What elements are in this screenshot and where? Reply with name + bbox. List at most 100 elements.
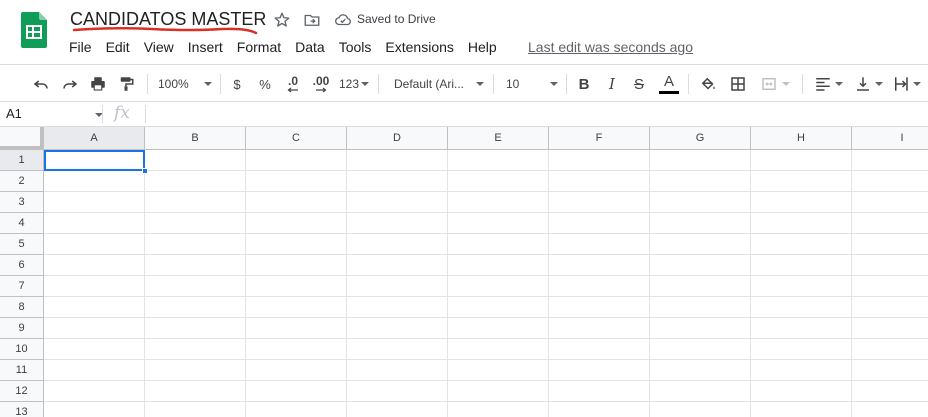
decrease-decimal-button[interactable]: .0 [282, 73, 304, 95]
cell-b9[interactable] [145, 318, 246, 339]
cell-i1[interactable] [852, 150, 928, 171]
column-header-g[interactable]: G [650, 127, 751, 150]
cell-g7[interactable] [650, 276, 751, 297]
cell-e3[interactable] [448, 192, 549, 213]
cell-e8[interactable] [448, 297, 549, 318]
cell-d8[interactable] [347, 297, 448, 318]
cell-i10[interactable] [852, 339, 928, 360]
merge-cells-icon[interactable] [756, 73, 794, 95]
cell-d13[interactable] [347, 402, 448, 417]
row-header-12[interactable]: 12 [0, 381, 44, 402]
cell-f11[interactable] [549, 360, 650, 381]
cell-d10[interactable] [347, 339, 448, 360]
cell-b11[interactable] [145, 360, 246, 381]
cell-a12[interactable] [44, 381, 145, 402]
paint-format-icon[interactable] [115, 73, 137, 95]
cell-b2[interactable] [145, 171, 246, 192]
cell-i5[interactable] [852, 234, 928, 255]
row-header-9[interactable]: 9 [0, 318, 44, 339]
column-header-d[interactable]: D [347, 127, 448, 150]
column-header-h[interactable]: H [751, 127, 852, 150]
cell-b8[interactable] [145, 297, 246, 318]
cell-f7[interactable] [549, 276, 650, 297]
text-wrapping-icon[interactable] [889, 73, 923, 95]
cell-h1[interactable] [751, 150, 852, 171]
cell-g4[interactable] [650, 213, 751, 234]
cell-a7[interactable] [44, 276, 145, 297]
cell-g2[interactable] [650, 171, 751, 192]
cell-f5[interactable] [549, 234, 650, 255]
cell-a5[interactable] [44, 234, 145, 255]
menu-view[interactable]: View [137, 38, 181, 58]
cell-h4[interactable] [751, 213, 852, 234]
cell-a3[interactable] [44, 192, 145, 213]
row-header-1[interactable]: 1 [0, 150, 44, 171]
cell-c5[interactable] [246, 234, 347, 255]
cell-h8[interactable] [751, 297, 852, 318]
cell-a2[interactable] [44, 171, 145, 192]
cell-d11[interactable] [347, 360, 448, 381]
cell-g1[interactable] [650, 150, 751, 171]
cell-g10[interactable] [650, 339, 751, 360]
cell-g13[interactable] [650, 402, 751, 417]
percent-button[interactable]: % [256, 73, 274, 95]
cell-b13[interactable] [145, 402, 246, 417]
row-header-5[interactable]: 5 [0, 234, 44, 255]
cell-g11[interactable] [650, 360, 751, 381]
cell-a6[interactable] [44, 255, 145, 276]
column-header-f[interactable]: F [549, 127, 650, 150]
cell-d9[interactable] [347, 318, 448, 339]
row-header-13[interactable]: 13 [0, 402, 44, 417]
menu-file[interactable]: File [62, 38, 99, 58]
cell-h7[interactable] [751, 276, 852, 297]
column-header-a[interactable]: A [44, 127, 145, 150]
menu-extensions[interactable]: Extensions [378, 38, 460, 58]
cell-g9[interactable] [650, 318, 751, 339]
cell-h2[interactable] [751, 171, 852, 192]
cell-c13[interactable] [246, 402, 347, 417]
row-header-2[interactable]: 2 [0, 171, 44, 192]
cell-h12[interactable] [751, 381, 852, 402]
row-header-10[interactable]: 10 [0, 339, 44, 360]
cell-e1[interactable] [448, 150, 549, 171]
font-size-select[interactable]: 10 [506, 73, 558, 95]
cell-b6[interactable] [145, 255, 246, 276]
cell-i8[interactable] [852, 297, 928, 318]
cell-f9[interactable] [549, 318, 650, 339]
cell-h11[interactable] [751, 360, 852, 381]
zoom-select[interactable]: 100% [158, 73, 212, 95]
move-to-folder-icon[interactable] [302, 10, 322, 30]
column-header-c[interactable]: C [246, 127, 347, 150]
cell-f10[interactable] [549, 339, 650, 360]
text-color-button[interactable]: A [658, 73, 680, 95]
cell-g3[interactable] [650, 192, 751, 213]
star-icon[interactable] [272, 10, 292, 30]
cell-c8[interactable] [246, 297, 347, 318]
cell-a4[interactable] [44, 213, 145, 234]
sheets-logo-icon[interactable] [21, 12, 47, 48]
cell-i7[interactable] [852, 276, 928, 297]
cell-b12[interactable] [145, 381, 246, 402]
undo-icon[interactable] [30, 73, 52, 95]
cell-a8[interactable] [44, 297, 145, 318]
row-header-3[interactable]: 3 [0, 192, 44, 213]
cell-f8[interactable] [549, 297, 650, 318]
more-formats-select[interactable]: 123 [338, 73, 370, 95]
vertical-align-icon[interactable] [851, 73, 885, 95]
cell-d5[interactable] [347, 234, 448, 255]
cell-h13[interactable] [751, 402, 852, 417]
cell-b1[interactable] [145, 150, 246, 171]
cell-f1[interactable] [549, 150, 650, 171]
redo-icon[interactable] [59, 73, 81, 95]
menu-help[interactable]: Help [461, 38, 504, 58]
name-box[interactable]: A1 [6, 106, 22, 121]
cell-i13[interactable] [852, 402, 928, 417]
cell-i3[interactable] [852, 192, 928, 213]
cell-g6[interactable] [650, 255, 751, 276]
cell-c7[interactable] [246, 276, 347, 297]
menu-format[interactable]: Format [230, 38, 288, 58]
cell-a10[interactable] [44, 339, 145, 360]
cell-c3[interactable] [246, 192, 347, 213]
row-header-8[interactable]: 8 [0, 297, 44, 318]
cell-e5[interactable] [448, 234, 549, 255]
